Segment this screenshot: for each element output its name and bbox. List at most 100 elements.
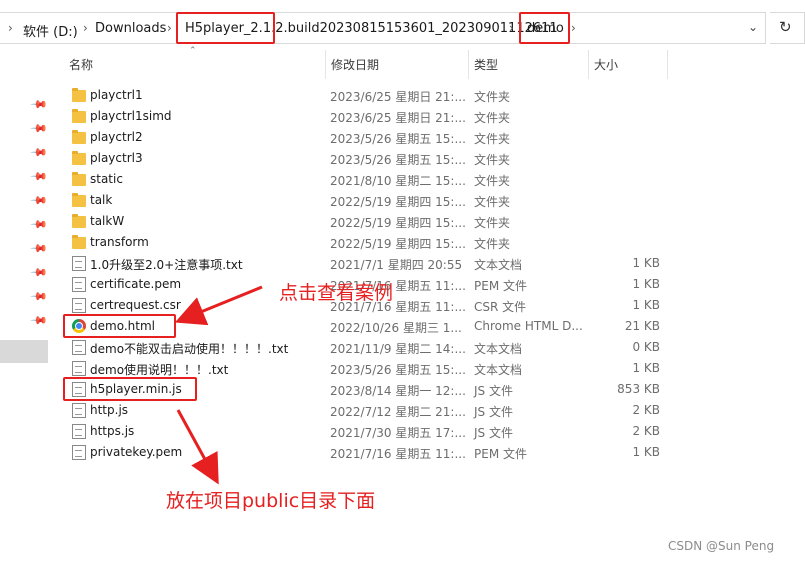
column-header-size[interactable]: 大小	[594, 56, 618, 73]
column-header-date[interactable]: 修改日期	[331, 56, 379, 73]
file-date: 2023/5/26 星期五 15:...	[330, 132, 466, 146]
column-divider[interactable]	[667, 50, 668, 79]
nav-selected-item[interactable]	[0, 340, 48, 363]
file-row[interactable]: talkW 2022/5/19 星期四 15:... 文件夹	[60, 211, 670, 232]
file-date: 2022/5/19 星期四 15:...	[330, 237, 466, 251]
file-type: 文件夹	[474, 174, 511, 188]
file-date: 2023/5/26 星期五 15:...	[330, 153, 466, 167]
file-type: 文件夹	[474, 195, 511, 209]
file-row[interactable]: 1.0升级至2.0+注意事项.txt 2021/7/1 星期四 20:55 文本文档…	[60, 253, 670, 274]
file-size: 1 KB	[632, 277, 660, 291]
file-icon	[72, 445, 86, 460]
file-type: Chrome HTML D...	[474, 319, 583, 333]
file-row[interactable]: playctrl1simd 2023/6/25 星期日 21:... 文件夹	[60, 106, 670, 127]
file-type: 文本文档	[474, 342, 523, 356]
pin-icon[interactable]: 📌	[29, 263, 48, 282]
file-row[interactable]: playctrl2 2023/5/26 星期五 15:... 文件夹	[60, 127, 670, 148]
column-header-type[interactable]: 类型	[474, 56, 498, 73]
pin-icon[interactable]: 📌	[29, 167, 48, 186]
file-row[interactable]: demo不能双击启动使用！！！！.txt 2021/11/9 星期二 14:...…	[60, 337, 670, 358]
file-date: 2022/10/26 星期三 1...	[330, 321, 462, 335]
file-row[interactable]: demo使用说明！！！.txt 2023/5/26 星期五 15:... 文本文档 1…	[60, 358, 670, 379]
file-type: 文本文档	[474, 258, 523, 272]
file-type: 文件夹	[474, 132, 511, 146]
folder-icon	[72, 214, 86, 228]
file-type: 文件夹	[474, 153, 511, 167]
file-row[interactable]: privatekey.pem 2021/7/16 星期五 11:... PEM 文件…	[60, 442, 670, 463]
annotation-h5player-note: 放在项目public目录下面	[166, 490, 376, 512]
file-type: 文件夹	[474, 90, 511, 104]
column-divider[interactable]	[588, 50, 589, 79]
file-size: 1 KB	[632, 361, 660, 375]
chevron-right-icon: ›	[509, 21, 514, 35]
folder-icon	[72, 235, 86, 249]
folder-icon	[72, 172, 86, 186]
file-size: 0 KB	[632, 340, 660, 354]
column-divider[interactable]	[468, 50, 469, 79]
file-date: 2021/11/9 星期二 14:...	[330, 342, 466, 356]
file-row[interactable]: static 2021/8/10 星期二 15:... 文件夹	[60, 169, 670, 190]
js-file-icon	[72, 403, 86, 418]
file-name: playctrl3	[90, 151, 143, 165]
watermark: CSDN @Sun Peng	[668, 539, 775, 553]
file-size: 1 KB	[632, 445, 660, 459]
highlight-box-h5player-js	[63, 377, 197, 401]
file-type: CSR 文件	[474, 300, 527, 314]
file-name: playctrl2	[90, 130, 143, 144]
file-row[interactable]: talk 2022/5/19 星期四 15:... 文件夹	[60, 190, 670, 211]
file-icon	[72, 277, 86, 292]
file-name: demo使用说明！！！.txt	[90, 363, 229, 377]
file-date: 2022/7/12 星期二 21:...	[330, 405, 466, 419]
file-date: 2021/8/10 星期二 15:...	[330, 174, 466, 188]
file-date: 2021/7/16 星期五 11:...	[330, 447, 466, 461]
file-row[interactable]: https.js 2021/7/30 星期五 17:... JS 文件 2 KB	[60, 421, 670, 442]
file-row[interactable]: playctrl3 2023/5/26 星期五 15:... 文件夹	[60, 148, 670, 169]
file-row[interactable]: transform 2022/5/19 星期四 15:... 文件夹	[60, 232, 670, 253]
file-row[interactable]: playctrl1 2023/6/25 星期日 21:... 文件夹	[60, 85, 670, 106]
file-name: 1.0升级至2.0+注意事项.txt	[90, 258, 243, 272]
folder-icon	[72, 130, 86, 144]
chevron-right-icon: ›	[571, 21, 576, 35]
file-icon	[72, 298, 86, 313]
file-name: talkW	[90, 214, 125, 228]
address-bar: › 软件 (D:) › Downloads › H5player_2.1.2.b…	[0, 0, 805, 46]
refresh-icon[interactable]: ↻	[779, 18, 792, 36]
text-file-icon	[72, 340, 86, 355]
pin-icon[interactable]: 📌	[29, 287, 48, 306]
pin-icon[interactable]: 📌	[29, 143, 48, 162]
file-name: certificate.pem	[90, 277, 182, 291]
file-size: 1 KB	[632, 256, 660, 270]
file-date: 2021/7/1 星期四 20:55	[330, 258, 463, 272]
breadcrumb-drive[interactable]: 软件 (D:)	[23, 21, 78, 40]
file-type: PEM 文件	[474, 279, 527, 293]
file-date: 2023/6/25 星期日 21:...	[330, 111, 466, 125]
file-date: 2023/8/14 星期一 12:...	[330, 384, 466, 398]
js-file-icon	[72, 424, 86, 439]
chevron-down-icon[interactable]: ⌄	[748, 20, 758, 34]
pin-icon[interactable]: 📌	[29, 311, 48, 330]
file-name: http.js	[90, 403, 129, 417]
file-size: 2 KB	[632, 424, 660, 438]
pin-icon[interactable]: 📌	[29, 119, 48, 138]
file-size: 853 KB	[617, 382, 660, 396]
navigation-pane[interactable]: 📌 📌 📌 📌 📌 📌 📌 📌 📌 📌	[0, 46, 50, 563]
file-date: 2023/6/25 星期日 21:...	[330, 90, 466, 104]
file-row[interactable]: http.js 2022/7/12 星期二 21:... JS 文件 2 KB	[60, 400, 670, 421]
column-divider[interactable]	[325, 50, 326, 79]
file-name: transform	[90, 235, 149, 249]
folder-icon	[72, 151, 86, 165]
file-name: certrequest.csr	[90, 298, 181, 312]
pin-icon[interactable]: 📌	[29, 95, 48, 114]
pin-icon[interactable]: 📌	[29, 215, 48, 234]
file-size: 2 KB	[632, 403, 660, 417]
file-name: https.js	[90, 424, 135, 438]
pin-icon[interactable]: 📌	[29, 239, 48, 258]
column-header-name[interactable]: 名称	[69, 56, 93, 73]
file-type: JS 文件	[474, 426, 513, 440]
pin-icon[interactable]: 📌	[29, 191, 48, 210]
file-type: JS 文件	[474, 405, 513, 419]
breadcrumb-downloads[interactable]: Downloads	[95, 21, 166, 36]
file-type: 文件夹	[474, 216, 511, 230]
file-name: talk	[90, 193, 113, 207]
folder-icon	[72, 88, 86, 102]
